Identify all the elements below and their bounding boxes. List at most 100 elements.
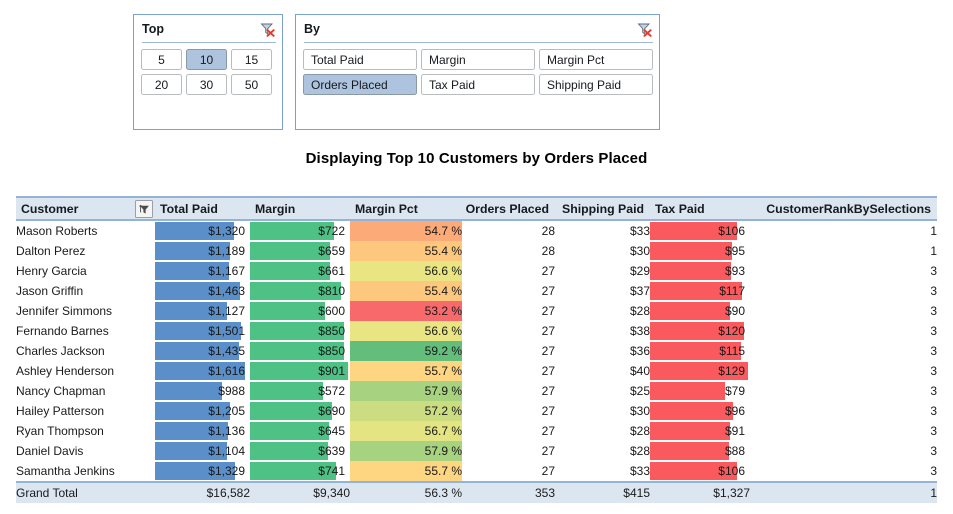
cell-tax-paid: $120 bbox=[650, 321, 750, 341]
cell-shipping-paid: $40 bbox=[629, 364, 650, 378]
table-row: Jason Griffin $1,463 $810 55.4 % 27 $37 $117 3 bbox=[16, 281, 937, 301]
table-row: Ryan Thompson $1,136 $645 56.7 % 27 $28 $91 3 bbox=[16, 421, 937, 441]
cell-tax-paid: $79 bbox=[650, 381, 750, 401]
cell-total-paid-value: $1,136 bbox=[208, 424, 245, 438]
cell-customer: Charles Jackson bbox=[16, 344, 105, 358]
cell-customer-rank: 3 bbox=[930, 284, 937, 298]
cell-customer-rank: 3 bbox=[930, 384, 937, 398]
column-header-tax-paid[interactable]: Tax Paid bbox=[650, 196, 750, 221]
cell-customer: Ryan Thompson bbox=[16, 424, 104, 438]
cell-margin-value: $850 bbox=[318, 344, 345, 358]
cell-shipping-paid: $28 bbox=[629, 304, 650, 318]
table-row: Ashley Henderson $1,616 $901 55.7 % 27 $40 $12… bbox=[16, 361, 937, 381]
slicer-by-item-shipping-paid[interactable]: Shipping Paid bbox=[539, 74, 653, 95]
cell-margin-pct: 56.7 % bbox=[350, 421, 462, 441]
cell-orders-placed: 27 bbox=[541, 424, 555, 438]
cell-tax-paid: $117 bbox=[650, 281, 750, 301]
cell-grand-total-paid: $16,582 bbox=[155, 481, 250, 503]
cell-total-paid-value: $1,329 bbox=[208, 464, 245, 478]
cell-orders-placed: 27 bbox=[541, 444, 555, 458]
cell-shipping-paid: $36 bbox=[629, 344, 650, 358]
cell-total-paid-value: $988 bbox=[218, 384, 245, 398]
cell-orders-placed: 27 bbox=[541, 384, 555, 398]
cell-margin-value: $639 bbox=[318, 444, 345, 458]
cell-customer: Ashley Henderson bbox=[16, 364, 115, 378]
cell-grand-total-tax: $1,327 bbox=[650, 481, 750, 503]
slicer-by-item-margin[interactable]: Margin bbox=[421, 49, 535, 70]
slicer-top-title: Top bbox=[142, 22, 164, 36]
slicer-top-item-20[interactable]: 20 bbox=[141, 74, 182, 95]
table-row: Charles Jackson $1,435 $850 59.2 % 27 $36 $115… bbox=[16, 341, 937, 361]
cell-orders-placed: 27 bbox=[541, 404, 555, 418]
slicer-by-item-margin-pct[interactable]: Margin Pct bbox=[539, 49, 653, 70]
clear-filter-icon[interactable] bbox=[635, 21, 653, 38]
cell-margin: $572 bbox=[250, 381, 350, 401]
cell-total-paid: $1,435 bbox=[155, 341, 250, 361]
cell-margin: $850 bbox=[250, 341, 350, 361]
cell-total-paid: $1,616 bbox=[155, 361, 250, 381]
cell-tax-paid: $106 bbox=[650, 220, 750, 241]
table-header-row: Customer Total Paid Margin Margin Pct Or… bbox=[16, 196, 937, 221]
cell-tax-paid-value: $120 bbox=[718, 324, 745, 338]
table-row: Samantha Jenkins $1,329 $741 55.7 % 27 $33 $10… bbox=[16, 461, 937, 482]
cell-margin: $850 bbox=[250, 321, 350, 341]
table-row: Dalton Perez $1,189 $659 55.4 % 28 $30 $95 1 bbox=[16, 241, 937, 261]
cell-margin: $722 bbox=[250, 220, 350, 241]
cell-total-paid-value: $1,320 bbox=[208, 224, 245, 238]
slicer-by-item-tax-paid[interactable]: Tax Paid bbox=[421, 74, 535, 95]
cell-customer-rank: 3 bbox=[930, 324, 937, 338]
column-header-total-paid[interactable]: Total Paid bbox=[155, 196, 250, 221]
cell-tax-paid-value: $106 bbox=[718, 464, 745, 478]
grand-total-row: Grand Total $16,582 $9,340 56.3 % 353 $415 $1,… bbox=[16, 481, 937, 503]
slicer-by[interactable]: By Total Paid Margin Margin Pct Orders P… bbox=[295, 14, 660, 130]
column-header-orders-placed[interactable]: Orders Placed bbox=[462, 196, 555, 221]
cell-customer: Fernando Barnes bbox=[16, 324, 109, 338]
cell-customer: Jennifer Simmons bbox=[16, 304, 113, 318]
slicer-by-item-total-paid[interactable]: Total Paid bbox=[303, 49, 417, 70]
slicer-top-item-15[interactable]: 15 bbox=[231, 49, 272, 70]
filter-icon[interactable] bbox=[135, 200, 153, 218]
cell-tax-paid: $96 bbox=[650, 401, 750, 421]
cell-customer-rank: 3 bbox=[930, 344, 937, 358]
cell-customer-rank: 1 bbox=[930, 224, 937, 238]
cell-shipping-paid: $33 bbox=[629, 464, 650, 478]
clear-filter-icon[interactable] bbox=[258, 21, 276, 38]
slicer-top-item-50[interactable]: 50 bbox=[231, 74, 272, 95]
cell-tax-paid-value: $95 bbox=[724, 244, 745, 258]
column-header-customer-rank[interactable]: CustomerRankBySelections bbox=[750, 196, 937, 221]
cell-margin-pct: 54.7 % bbox=[350, 220, 462, 241]
slicer-top-item-10[interactable]: 10 bbox=[186, 49, 227, 70]
cell-customer: Daniel Davis bbox=[16, 444, 84, 458]
slicer-by-body: Total Paid Margin Margin Pct Orders Plac… bbox=[296, 43, 659, 95]
cell-total-paid-value: $1,205 bbox=[208, 404, 245, 418]
filter-icon-glyph bbox=[138, 204, 149, 214]
cell-shipping-paid: $25 bbox=[629, 384, 650, 398]
slicer-top-item-5[interactable]: 5 bbox=[141, 49, 182, 70]
cell-tax-paid-value: $90 bbox=[724, 304, 745, 318]
column-header-margin-pct[interactable]: Margin Pct bbox=[350, 196, 462, 221]
cell-grand-total-label: Grand Total bbox=[16, 481, 155, 503]
slicer-top-item-30[interactable]: 30 bbox=[186, 74, 227, 95]
cell-total-paid: $1,329 bbox=[155, 461, 250, 482]
cell-tax-paid: $90 bbox=[650, 301, 750, 321]
column-header-customer[interactable]: Customer bbox=[16, 196, 155, 221]
page-title: Displaying Top 10 Customers by Orders Pl… bbox=[305, 150, 648, 167]
cell-customer-rank: 3 bbox=[930, 304, 937, 318]
clear-filter-icon-glyph bbox=[636, 23, 652, 37]
slicer-by-item-orders-placed[interactable]: Orders Placed bbox=[303, 74, 417, 95]
cell-orders-placed: 28 bbox=[541, 244, 555, 258]
cell-margin-value: $850 bbox=[318, 324, 345, 338]
cell-margin-value: $572 bbox=[318, 384, 345, 398]
cell-total-paid: $1,127 bbox=[155, 301, 250, 321]
cell-margin: $645 bbox=[250, 421, 350, 441]
cell-total-paid: $1,320 bbox=[155, 220, 250, 241]
column-header-shipping-paid[interactable]: Shipping Paid bbox=[555, 196, 650, 221]
slicer-top[interactable]: Top 5 10 15 20 30 50 bbox=[133, 14, 283, 130]
column-header-margin[interactable]: Margin bbox=[250, 196, 350, 221]
cell-customer: Mason Roberts bbox=[16, 224, 98, 238]
cell-customer: Dalton Perez bbox=[16, 244, 86, 258]
slicer-top-row-2: 20 30 50 bbox=[141, 74, 276, 95]
cell-tax-paid-value: $91 bbox=[724, 424, 745, 438]
cell-shipping-paid: $28 bbox=[629, 424, 650, 438]
cell-margin-value: $600 bbox=[318, 304, 345, 318]
